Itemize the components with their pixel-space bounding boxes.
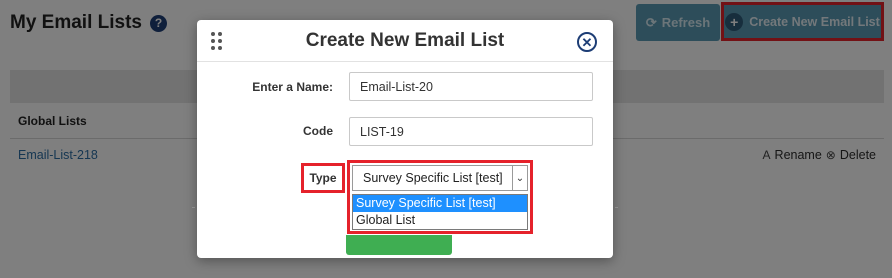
- create-email-list-modal: Create New Email List ✕ Enter a Name: Co…: [197, 20, 613, 258]
- type-select-control[interactable]: Survey Specific List [test] ⌄: [352, 165, 528, 191]
- chevron-down-icon[interactable]: ⌄: [512, 166, 527, 190]
- close-circle-icon[interactable]: ✕: [577, 32, 597, 52]
- code-label: Code: [303, 124, 333, 138]
- submit-button[interactable]: [346, 235, 452, 255]
- code-input[interactable]: [349, 117, 593, 146]
- name-label: Enter a Name:: [252, 80, 333, 94]
- type-option-survey-specific[interactable]: Survey Specific List [test]: [353, 195, 527, 212]
- type-select[interactable]: Survey Specific List [test] ⌄ Survey Spe…: [347, 160, 533, 234]
- type-label: Type: [301, 163, 345, 193]
- type-option-global[interactable]: Global List: [353, 212, 527, 229]
- modal-title: Create New Email List: [305, 30, 505, 51]
- name-input[interactable]: [349, 72, 593, 101]
- type-dropdown-list: Survey Specific List [test] Global List: [352, 194, 528, 230]
- type-select-value: Survey Specific List [test]: [363, 171, 503, 185]
- type-label-text: Type: [309, 171, 337, 185]
- modal-header: Create New Email List ✕: [197, 20, 613, 62]
